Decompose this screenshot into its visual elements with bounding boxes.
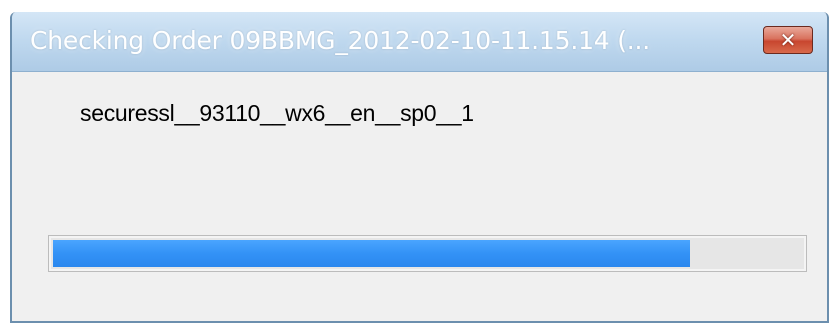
title-bar[interactable]: Checking Order 09BBMG_2012-02-10-11.15.1…	[12, 12, 827, 72]
current-file-label: securessl__93110__wx6__en__sp0__1	[80, 100, 474, 126]
close-button[interactable]: ✕	[763, 26, 813, 54]
close-icon: ✕	[779, 28, 797, 52]
dialog-content: securessl__93110__wx6__en__sp0__1	[12, 72, 827, 321]
progress-bar-fill	[53, 240, 690, 267]
dialog-window: Checking Order 09BBMG_2012-02-10-11.15.1…	[10, 12, 829, 323]
window-title: Checking Order 09BBMG_2012-02-10-11.15.1…	[30, 26, 651, 55]
progress-bar	[48, 235, 807, 272]
